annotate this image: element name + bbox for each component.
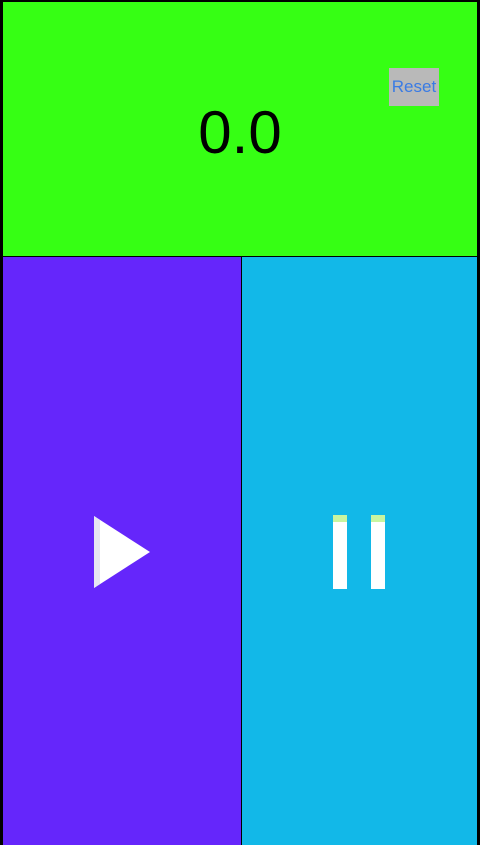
play-button[interactable]: [3, 257, 241, 845]
timer-panel: 0.0 Reset: [3, 2, 477, 256]
play-icon: [94, 516, 150, 588]
stopwatch-app: 0.0 Reset: [0, 0, 480, 845]
reset-button[interactable]: Reset: [389, 68, 439, 106]
timer-display: 0.0: [198, 99, 282, 166]
pause-button[interactable]: [242, 257, 477, 845]
pause-icon: [333, 515, 385, 589]
